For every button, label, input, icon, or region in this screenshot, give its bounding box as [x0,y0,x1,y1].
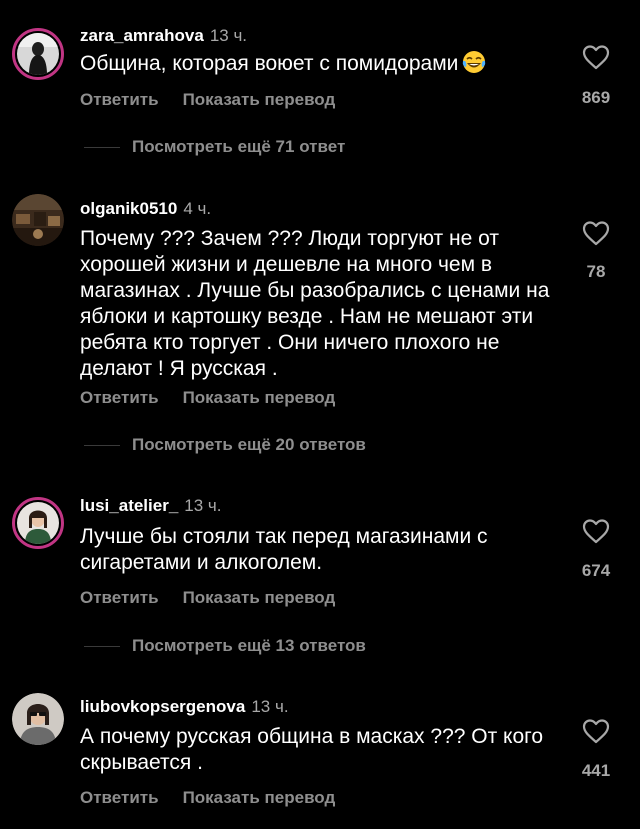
avatar[interactable] [12,693,64,745]
username[interactable]: zara_amrahova [80,26,204,45]
avatar[interactable] [12,194,64,246]
comment-text: А почему русская община в масках ??? От … [80,725,544,774]
replies-divider [84,646,120,648]
show-translation-button[interactable]: Показать перевод [183,90,336,109]
username[interactable]: olganik0510 [80,199,177,218]
comment-header: olganik0510 4 ч. [80,199,211,219]
timestamp: 13 ч. [251,697,289,716]
replies-divider [84,445,120,447]
username[interactable]: lusi_atelier_ [80,496,178,515]
like-count: 869 [581,88,611,107]
view-more-replies-label: Посмотреть ещё 71 ответ [132,137,346,156]
comment-text-content: Община, которая воюет с помидорами [80,52,459,75]
avatar-image [17,502,59,544]
timestamp: 4 ч. [183,199,212,218]
avatar[interactable] [12,497,64,549]
show-translation-button[interactable]: Показать перевод [183,788,336,807]
heart-outline-icon [582,221,610,246]
comment-text: Лучше бы стояли так перед магазинами с с… [80,525,488,574]
avatar-image [12,693,64,745]
comment-actions: Ответить Показать перевод [80,388,335,408]
reply-button[interactable]: Ответить [80,90,159,109]
heart-outline-icon [582,519,610,544]
replies-divider [84,147,120,149]
like-button[interactable] [572,718,620,744]
comment-header: zara_amrahova 13 ч. [80,26,247,46]
comment-text: Община, которая воюет с помидорами [80,50,550,77]
comment-actions: Ответить Показать перевод [80,90,335,110]
comment-actions: Ответить Показать перевод [80,788,335,808]
like-count: 78 [586,262,606,281]
view-more-replies-button[interactable]: Посмотреть ещё 71 ответ [84,137,345,157]
comment-text: Почему ??? Зачем ??? Люди торгуют не от … [80,227,550,380]
view-more-replies-button[interactable]: Посмотреть ещё 13 ответов [84,636,366,656]
reply-button[interactable]: Ответить [80,788,159,807]
like-count: 674 [581,561,611,580]
avatar-image [17,33,59,75]
avatar-image [12,194,64,246]
like-button[interactable] [572,44,620,70]
reply-button[interactable]: Ответить [80,388,159,407]
laughing-tears-emoji-icon [463,51,486,73]
view-more-replies-label: Посмотреть ещё 20 ответов [132,435,366,454]
comment-header: liubovkopsergenova 13 ч. [80,697,289,717]
view-more-replies-label: Посмотреть ещё 13 ответов [132,636,366,655]
comment-header: lusi_atelier_ 13 ч. [80,496,222,516]
username[interactable]: liubovkopsergenova [80,697,245,716]
show-translation-button[interactable]: Показать перевод [183,388,336,407]
show-translation-button[interactable]: Показать перевод [183,588,336,607]
heart-outline-icon [582,45,610,70]
like-button[interactable] [572,220,620,246]
comment-actions: Ответить Показать перевод [80,588,335,608]
avatar[interactable] [12,28,64,80]
heart-outline-icon [582,719,610,744]
reply-button[interactable]: Ответить [80,588,159,607]
like-button[interactable] [572,518,620,544]
timestamp: 13 ч. [209,26,248,45]
like-count: 441 [581,761,611,780]
timestamp: 13 ч. [184,496,222,515]
view-more-replies-button[interactable]: Посмотреть ещё 20 ответов [84,435,366,455]
